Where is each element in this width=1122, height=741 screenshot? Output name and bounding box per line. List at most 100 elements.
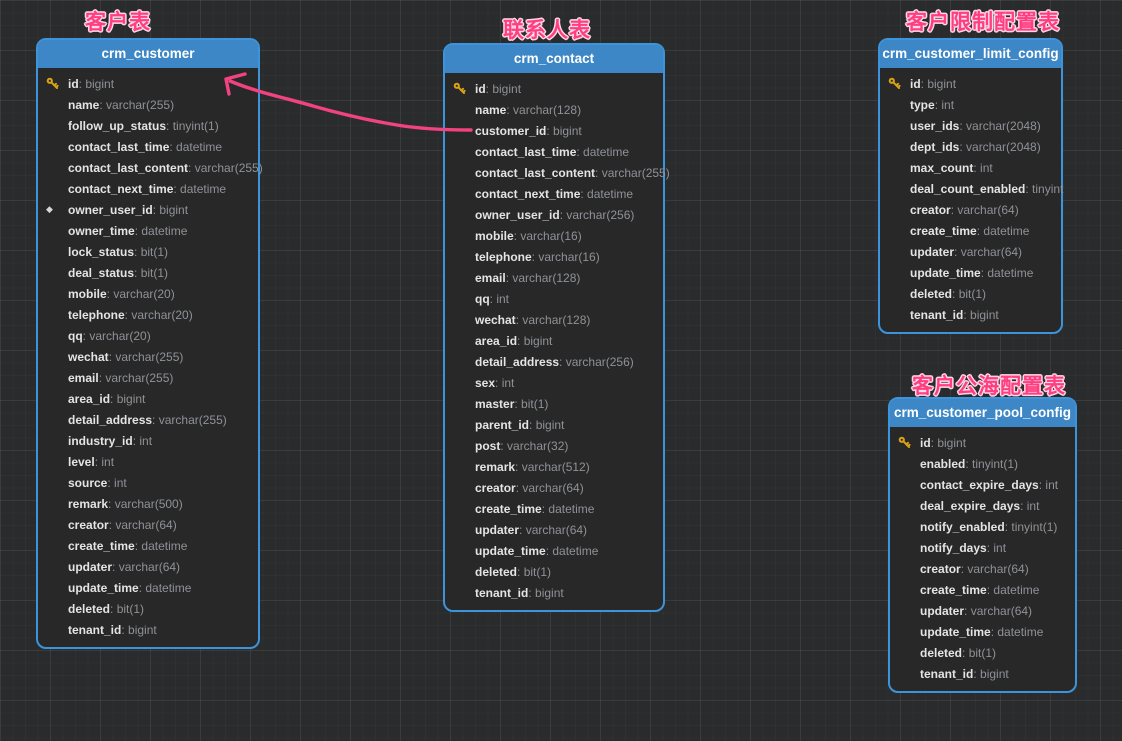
field-name: deleted (910, 287, 952, 301)
field-row-deleted[interactable]: deleted: bit(1) (445, 561, 663, 582)
field-row-deleted[interactable]: deleted: bit(1) (890, 642, 1075, 663)
table-header[interactable]: crm_customer_limit_config (880, 40, 1061, 68)
field-row-id[interactable]: id: bigint (445, 78, 663, 99)
field-row-post[interactable]: post: varchar(32) (445, 435, 663, 456)
field-row-updater[interactable]: updater: varchar(64) (880, 241, 1061, 262)
field-row-telephone[interactable]: telephone: varchar(20) (38, 304, 258, 325)
field-row-max_count[interactable]: max_count: int (880, 157, 1061, 178)
field-row-parent_id[interactable]: parent_id: bigint (445, 414, 663, 435)
field-row-detail_address[interactable]: detail_address: varchar(256) (445, 351, 663, 372)
table-header[interactable]: crm_customer_pool_config (890, 399, 1075, 427)
field-name: tenant_id (910, 308, 963, 322)
field-row-updater[interactable]: updater: varchar(64) (890, 600, 1075, 621)
table-label-crm_contact[interactable]: 联系人表 (503, 14, 591, 44)
field-row-type[interactable]: type: int (880, 94, 1061, 115)
table-crm_customer_limit_config[interactable]: crm_customer_limit_config id: biginttype:… (878, 38, 1063, 334)
field-row-tenant_id[interactable]: tenant_id: bigint (880, 304, 1061, 325)
field-row-remark[interactable]: remark: varchar(512) (445, 456, 663, 477)
field-row-customer_id[interactable]: customer_id: bigint (445, 120, 663, 141)
field-row-qq[interactable]: qq: int (445, 288, 663, 309)
field-row-industry_id[interactable]: industry_id: int (38, 430, 258, 451)
field-row-wechat[interactable]: wechat: varchar(128) (445, 309, 663, 330)
table-crm_contact[interactable]: crm_contactid: bigintname: varchar(128)c… (443, 43, 665, 612)
relationship-line[interactable] (230, 81, 471, 130)
field-row-contact_expire_days[interactable]: contact_expire_days: int (890, 474, 1075, 495)
field-row-notify_days[interactable]: notify_days: int (890, 537, 1075, 558)
field-row-contact_last_content[interactable]: contact_last_content: varchar(255) (445, 162, 663, 183)
table-crm_customer[interactable]: crm_customer id: bigintname: varchar(255)… (36, 38, 260, 649)
field-row-email[interactable]: email: varchar(255) (38, 367, 258, 388)
field-row-tenant_id[interactable]: tenant_id: bigint (890, 663, 1075, 684)
field-row-id[interactable]: id: bigint (890, 432, 1075, 453)
field-name: tenant_id (68, 623, 121, 637)
field-row-deleted[interactable]: deleted: bit(1) (880, 283, 1061, 304)
field-row-owner_user_id[interactable]: ◆owner_user_id: bigint (38, 199, 258, 220)
field-row-name[interactable]: name: varchar(128) (445, 99, 663, 120)
field-row-deal_status[interactable]: deal_status: bit(1) (38, 262, 258, 283)
field-row-enabled[interactable]: enabled: tinyint(1) (890, 453, 1075, 474)
field-row-email[interactable]: email: varchar(128) (445, 267, 663, 288)
field-row-contact_last_time[interactable]: contact_last_time: datetime (38, 136, 258, 157)
field-row-deal_expire_days[interactable]: deal_expire_days: int (890, 495, 1075, 516)
field-row-lock_status[interactable]: lock_status: bit(1) (38, 241, 258, 262)
field-row-mobile[interactable]: mobile: varchar(20) (38, 283, 258, 304)
field-row-create_time[interactable]: create_time: datetime (880, 220, 1061, 241)
field-row-id[interactable]: id: bigint (38, 73, 258, 94)
table-header[interactable]: crm_contact (445, 45, 663, 73)
field-row-tenant_id[interactable]: tenant_id: bigint (38, 619, 258, 640)
table-label-crm_customer[interactable]: 客户表 (85, 6, 151, 36)
field-row-creator[interactable]: creator: varchar(64) (880, 199, 1061, 220)
field-type: int (993, 541, 1006, 555)
field-row-updater[interactable]: updater: varchar(64) (445, 519, 663, 540)
table-label-crm_customer_pool_config[interactable]: 客户公海配置表 (912, 370, 1066, 400)
field-separator: : (133, 434, 140, 448)
field-row-creator[interactable]: creator: varchar(64) (890, 558, 1075, 579)
field-row-creator[interactable]: creator: varchar(64) (445, 477, 663, 498)
field-row-deal_count_enabled[interactable]: deal_count_enabled: tinyint (880, 178, 1061, 199)
table-header[interactable]: crm_customer (38, 40, 258, 68)
field-row-area_id[interactable]: area_id: bigint (445, 330, 663, 351)
field-row-update_time[interactable]: update_time: datetime (880, 262, 1061, 283)
relationship-arrow-contact-to-customer[interactable] (226, 74, 471, 130)
field-row-create_time[interactable]: create_time: datetime (38, 535, 258, 556)
field-row-owner_user_id[interactable]: owner_user_id: varchar(256) (445, 204, 663, 225)
field-row-wechat[interactable]: wechat: varchar(255) (38, 346, 258, 367)
field-row-update_time[interactable]: update_time: datetime (445, 540, 663, 561)
field-row-remark[interactable]: remark: varchar(500) (38, 493, 258, 514)
table-label-crm_customer_limit_config[interactable]: 客户限制配置表 (906, 6, 1060, 36)
field-row-area_id[interactable]: area_id: bigint (38, 388, 258, 409)
field-row-detail_address[interactable]: detail_address: varchar(255) (38, 409, 258, 430)
field-row-create_time[interactable]: create_time: datetime (445, 498, 663, 519)
field-type: datetime (583, 145, 629, 159)
field-type: bigint (128, 623, 157, 637)
field-row-contact_next_time[interactable]: contact_next_time: datetime (445, 183, 663, 204)
field-row-id[interactable]: id: bigint (880, 73, 1061, 94)
primary-key-icon (898, 436, 920, 449)
field-row-dept_ids[interactable]: dept_ids: varchar(2048) (880, 136, 1061, 157)
field-row-follow_up_status[interactable]: follow_up_status: tinyint(1) (38, 115, 258, 136)
field-row-contact_last_content[interactable]: contact_last_content: varchar(255) (38, 157, 258, 178)
field-row-tenant_id[interactable]: tenant_id: bigint (445, 582, 663, 603)
field-row-updater[interactable]: updater: varchar(64) (38, 556, 258, 577)
field-separator: : (110, 602, 117, 616)
field-row-contact_last_time[interactable]: contact_last_time: datetime (445, 141, 663, 162)
field-row-contact_next_time[interactable]: contact_next_time: datetime (38, 178, 258, 199)
field-row-master[interactable]: master: bit(1) (445, 393, 663, 414)
field-row-mobile[interactable]: mobile: varchar(16) (445, 225, 663, 246)
field-row-create_time[interactable]: create_time: datetime (890, 579, 1075, 600)
field-row-sex[interactable]: sex: int (445, 372, 663, 393)
field-row-creator[interactable]: creator: varchar(64) (38, 514, 258, 535)
field-row-deleted[interactable]: deleted: bit(1) (38, 598, 258, 619)
field-row-update_time[interactable]: update_time: datetime (890, 621, 1075, 642)
field-row-source[interactable]: source: int (38, 472, 258, 493)
table-crm_customer_pool_config[interactable]: crm_customer_pool_config id: bigintenable… (888, 397, 1077, 693)
field-row-user_ids[interactable]: user_ids: varchar(2048) (880, 115, 1061, 136)
field-row-notify_enabled[interactable]: notify_enabled: tinyint(1) (890, 516, 1075, 537)
diagram-canvas[interactable]: 客户表crm_customerid: bigintname: varchar(2… (0, 0, 1122, 741)
field-row-update_time[interactable]: update_time: datetime (38, 577, 258, 598)
field-row-owner_time[interactable]: owner_time: datetime (38, 220, 258, 241)
field-row-level[interactable]: level: int (38, 451, 258, 472)
field-row-qq[interactable]: qq: varchar(20) (38, 325, 258, 346)
field-row-telephone[interactable]: telephone: varchar(16) (445, 246, 663, 267)
field-row-name[interactable]: name: varchar(255) (38, 94, 258, 115)
